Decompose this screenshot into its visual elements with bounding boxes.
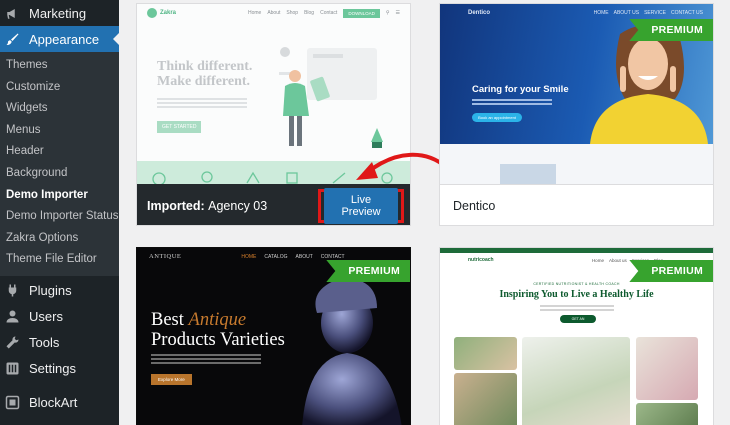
preview-nav: ANTIQUE HOME CATALOG ABOUT CONTACT [149, 253, 398, 260]
submenu-item-zakra-options[interactable]: Zakra Options [0, 228, 119, 250]
preview-photo [636, 403, 698, 425]
preview-photo [454, 337, 517, 370]
preview-nav-item: Shop [286, 10, 299, 16]
menu-label: Users [29, 309, 63, 325]
menu-label: Tools [29, 335, 60, 351]
wrench-icon [5, 335, 20, 350]
menu-label: Appearance [29, 31, 100, 47]
preview-cta: Explore More [151, 374, 192, 385]
preview-text-lines [157, 98, 247, 100]
preview-nav-item: About us [608, 257, 627, 263]
card-footer: Imported: Agency 03 Live Preview [137, 184, 410, 225]
preview-text-lines [472, 99, 552, 101]
menu-label: Plugins [29, 283, 72, 299]
menu-item-appearance[interactable]: Appearance [0, 26, 119, 52]
premium-badge: PREMIUM [629, 260, 713, 282]
theme-card-healthy-life[interactable]: nutricoach Home About us Services Blog C… [439, 247, 714, 425]
headline-accent: Antique [188, 310, 247, 330]
paintbrush-icon [5, 32, 20, 47]
preview-nav-item: HOME [241, 253, 257, 260]
menu-label: Marketing [29, 5, 87, 21]
preview-headline-line: Make different. [157, 74, 251, 89]
theme-card-dentico[interactable]: Dentico HOME ABOUT US SERVICE CONTACT US… [439, 3, 714, 226]
preview-photo [636, 337, 698, 400]
preview-logo: nutricoach [468, 257, 494, 263]
settings-icon [5, 361, 20, 376]
menu-item-blockart[interactable]: BlockArt [0, 390, 119, 416]
menu-item-settings[interactable]: Settings [0, 356, 119, 382]
menu-item-users[interactable]: Users [0, 304, 119, 330]
menu-label: Settings [29, 361, 76, 377]
preview-nav-item: Home [591, 257, 604, 263]
annotation-arrow [356, 152, 448, 180]
preview-nav: Zakra Home About Shop Blog Contact DOWNL… [137, 4, 410, 22]
preview-text-lines [540, 305, 614, 307]
menu-item-marketing[interactable]: Marketing [0, 0, 119, 26]
preview-nav-item: CATALOG [264, 253, 288, 260]
preview-text-lines [151, 354, 261, 356]
theme-card-agency-03[interactable]: Zakra Home About Shop Blog Contact DOWNL… [136, 3, 411, 226]
preview-headline-line: Think different. [157, 59, 253, 74]
preview-nav-item: About [267, 10, 281, 16]
headline-word: Best [151, 310, 184, 330]
preview-cta: GET AN APPOINTMENT [560, 315, 596, 329]
submenu-item-customize[interactable]: Customize [0, 77, 119, 99]
preview-headline: Inspiring You to Live a Healthy Life [499, 289, 654, 300]
preview-photo [454, 373, 517, 425]
live-preview-button[interactable]: Live Preview [324, 188, 398, 224]
megaphone-icon [5, 6, 20, 21]
theme-card-antique[interactable]: ANTIQUE HOME CATALOG ABOUT CONTACT Best … [136, 247, 411, 425]
submenu-item-background[interactable]: Background [0, 163, 119, 185]
menu-label: BlockArt [29, 395, 78, 411]
imported-status: Imported: Agency 03 [147, 199, 267, 213]
preview-nav-item: CONTACT [320, 253, 345, 260]
preview-headline: Think different. Make different. [157, 59, 252, 89]
preview-photo [522, 337, 630, 425]
menu-item-plugins[interactable]: Plugins [0, 278, 119, 304]
preview-image [500, 164, 556, 184]
preview-nav-button: DOWNLOAD [343, 8, 380, 18]
headline-line: Products Varieties [151, 330, 285, 350]
preview-headline: Caring for your Smile [472, 84, 569, 95]
preview-nav-item: Contact [320, 10, 338, 16]
preview-kicker: CERTIFIED NUTRITIONIST & HEALTH COACH [533, 282, 620, 286]
preview-nav-item: Home [247, 10, 262, 16]
preview-logo: ANTIQUE [149, 253, 182, 260]
live-preview-highlight: Live Preview [318, 188, 404, 224]
logo-icon [147, 8, 157, 18]
preview-cta: GET STARTED [157, 121, 202, 133]
appearance-submenu: Themes Customize Widgets Menus Header Ba… [0, 52, 119, 276]
preview-cta: Book an appointment [472, 113, 522, 122]
imported-label: Imported: [147, 198, 205, 213]
statue-image [302, 278, 402, 425]
menu-icon: ☰ [395, 10, 400, 16]
preview-topbar [440, 248, 713, 253]
premium-badge: PREMIUM [629, 19, 713, 41]
plug-icon [5, 283, 20, 298]
hero-illustration [279, 47, 383, 148]
submenu-item-demo-importer-status[interactable]: Demo Importer Status [0, 206, 119, 228]
submenu-item-menus[interactable]: Menus [0, 120, 119, 142]
preview-logo: Dentico [468, 10, 491, 16]
theme-name: Dentico [440, 184, 713, 225]
search-icon: ⚲ [385, 10, 390, 16]
submenu-item-header[interactable]: Header [0, 141, 119, 163]
preview-nav-item: ABOUT [295, 253, 313, 260]
imported-theme-name: Agency 03 [208, 198, 268, 213]
user-icon [5, 309, 20, 324]
preview-headline: Best Antique Products Varieties [151, 310, 285, 350]
submenu-item-demo-importer[interactable]: Demo Importer [0, 185, 119, 207]
preview-logo: Zakra [160, 10, 177, 16]
preview-nav-item: Blog [304, 10, 315, 16]
submenu-item-themes[interactable]: Themes [0, 55, 119, 77]
premium-badge: PREMIUM [326, 260, 410, 282]
blockart-icon [5, 395, 20, 410]
menu-item-tools[interactable]: Tools [0, 330, 119, 356]
admin-sidebar: Marketing Appearance Themes Customize Wi… [0, 0, 119, 425]
submenu-item-theme-file-editor[interactable]: Theme File Editor [0, 249, 119, 271]
submenu-item-widgets[interactable]: Widgets [0, 98, 119, 120]
